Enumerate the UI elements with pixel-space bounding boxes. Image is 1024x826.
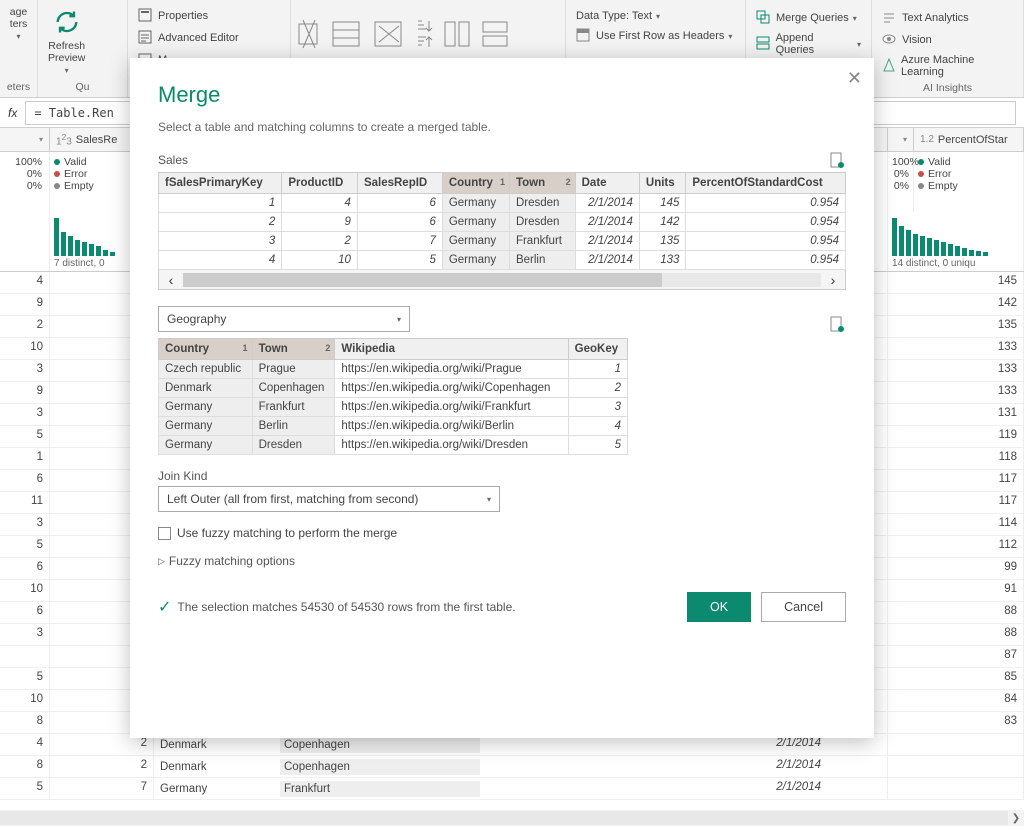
- preview-icon[interactable]: [830, 152, 846, 168]
- fuzzy-label: Use fuzzy matching to perform the merge: [177, 526, 397, 540]
- match-message: The selection matches 54530 of 54530 row…: [177, 600, 515, 614]
- triangle-right-icon: ▷: [158, 556, 165, 567]
- text-analytics-icon: [882, 10, 898, 26]
- refresh-preview-button[interactable]: Refresh Preview ▾: [44, 4, 89, 77]
- azure-icon: [882, 58, 897, 74]
- table-row[interactable]: GermanyBerlinhttps://en.wikipedia.org/wi…: [159, 417, 628, 436]
- remove-rows-icon[interactable]: [373, 18, 405, 50]
- merge-icon: [756, 10, 772, 26]
- merge-queries-button[interactable]: Merge Queries ▾: [752, 8, 865, 28]
- first-row-headers-button[interactable]: Use First Row as Headers ▾: [572, 26, 739, 46]
- table-row[interactable]: GermanyDresdenhttps://en.wikipedia.org/w…: [159, 436, 628, 455]
- group-by-icon[interactable]: [481, 18, 509, 50]
- table-row[interactable]: Czech republicPraguehttps://en.wikipedia…: [159, 360, 628, 379]
- col-header[interactable]: Country1: [159, 339, 253, 360]
- col-header[interactable]: ProductID: [282, 173, 358, 194]
- split-column-icon[interactable]: [443, 18, 471, 50]
- close-icon[interactable]: ✕: [847, 68, 862, 89]
- keep-rows-icon[interactable]: [331, 18, 363, 50]
- data-type-button[interactable]: Data Type: Text ▾: [572, 8, 739, 24]
- col-header[interactable]: Town2: [509, 173, 575, 194]
- table-row[interactable]: GermanyFrankfurthttps://en.wikipedia.org…: [159, 398, 628, 417]
- scroll-right-icon[interactable]: ❯: [1008, 810, 1024, 826]
- join-kind-label: Join Kind: [158, 469, 846, 483]
- preview-icon[interactable]: [830, 316, 846, 332]
- table-row: 82DenmarkCopenhagen2/1/2014: [0, 756, 1024, 778]
- ok-button[interactable]: OK: [687, 592, 751, 622]
- table-row[interactable]: 4105GermanyBerlin2/1/20141330.954: [159, 251, 846, 270]
- check-icon: ✓: [158, 597, 171, 617]
- vision-button[interactable]: Vision: [878, 30, 1017, 50]
- dialog-title: Merge: [158, 82, 846, 108]
- table1-name: Sales: [158, 153, 188, 167]
- text-analytics-button[interactable]: Text Analytics: [878, 8, 1017, 28]
- col-header-percent[interactable]: PercentOfStar: [938, 134, 1008, 146]
- table1-scrollbar[interactable]: ‹ ›: [158, 270, 846, 290]
- sort-desc-icon[interactable]: [415, 35, 433, 49]
- col-header[interactable]: Units: [639, 173, 685, 194]
- properties-button[interactable]: Properties: [134, 6, 284, 26]
- properties-icon: [138, 8, 154, 24]
- table-row: 57GermanyFrankfurt2/1/2014: [0, 778, 1024, 800]
- refresh-icon: [51, 6, 83, 38]
- scroll-left-icon[interactable]: ‹: [159, 272, 183, 288]
- col-header[interactable]: GeoKey: [568, 339, 627, 360]
- vision-icon: [882, 32, 898, 48]
- col-header[interactable]: PercentOfStandardCost: [686, 173, 846, 194]
- col-header[interactable]: fSalesPrimaryKey: [159, 173, 282, 194]
- fuzzy-options-expander[interactable]: ▷ Fuzzy matching options: [158, 554, 846, 568]
- sort-asc-icon[interactable]: [415, 19, 433, 33]
- table-row[interactable]: 327GermanyFrankfurt2/1/20141350.954: [159, 232, 846, 251]
- fx-icon: fx: [8, 106, 17, 120]
- headers-icon: [576, 28, 592, 44]
- parameters-button[interactable]: age ters ▾: [6, 4, 31, 43]
- table2-select[interactable]: Geography▾: [158, 306, 410, 332]
- azure-ml-button[interactable]: Azure Machine Learning: [878, 52, 1017, 80]
- col-header[interactable]: Town2: [252, 339, 335, 360]
- fuzzy-checkbox[interactable]: [158, 527, 171, 540]
- col-header-salesrep[interactable]: SalesRe: [76, 134, 118, 146]
- table2-preview[interactable]: Country1Town2WikipediaGeoKeyCzech republ…: [158, 338, 628, 455]
- group-label: Qu: [44, 79, 121, 97]
- dialog-subtitle: Select a table and matching columns to c…: [158, 120, 846, 134]
- col-header[interactable]: SalesRepID: [357, 173, 442, 194]
- table-row[interactable]: 296GermanyDresden2/1/20141420.954: [159, 213, 846, 232]
- scroll-right-icon[interactable]: ›: [821, 272, 845, 288]
- table1-preview[interactable]: fSalesPrimaryKeyProductIDSalesRepIDCount…: [158, 172, 846, 270]
- append-icon: [756, 36, 772, 52]
- group-label: AI Insights: [878, 80, 1017, 98]
- horizontal-scrollbar[interactable]: ❯: [0, 810, 1024, 826]
- advanced-editor-button[interactable]: Advanced Editor: [134, 28, 284, 48]
- merge-dialog: ✕ Merge Select a table and matching colu…: [130, 58, 874, 738]
- editor-icon: [138, 30, 154, 46]
- append-queries-button[interactable]: Append Queries ▾: [752, 30, 865, 58]
- col-header[interactable]: Wikipedia: [335, 339, 568, 360]
- dropdown-icon[interactable]: ▾: [903, 135, 907, 144]
- cancel-button[interactable]: Cancel: [761, 592, 846, 622]
- dropdown-icon[interactable]: ▾: [39, 135, 43, 144]
- join-kind-select[interactable]: Left Outer (all from first, matching fro…: [158, 486, 500, 512]
- remove-columns-icon[interactable]: [297, 18, 321, 50]
- table-row[interactable]: DenmarkCopenhagenhttps://en.wikipedia.or…: [159, 379, 628, 398]
- col-header[interactable]: Country1: [442, 173, 509, 194]
- group-label: eters: [6, 79, 31, 97]
- table-row[interactable]: 146GermanyDresden2/1/20141450.954: [159, 194, 846, 213]
- col-header[interactable]: Date: [575, 173, 639, 194]
